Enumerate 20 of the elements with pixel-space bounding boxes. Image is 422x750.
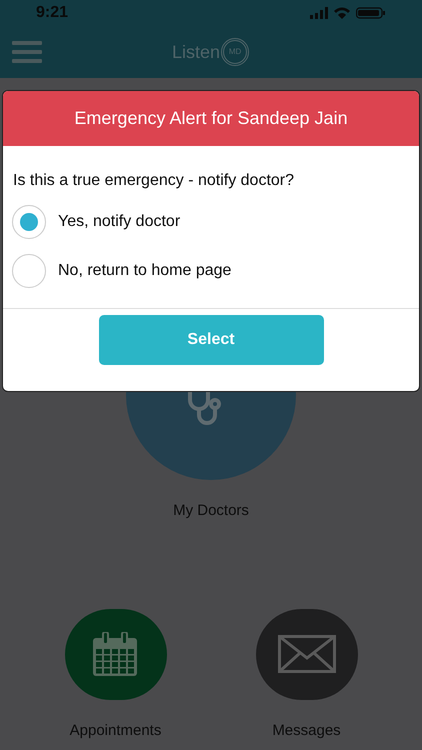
radio-button[interactable] bbox=[12, 254, 46, 288]
radio-button[interactable] bbox=[12, 205, 46, 239]
tile-label: My Doctors bbox=[173, 501, 249, 521]
dialog-question: Is this a true emergency - notify doctor? bbox=[13, 171, 296, 191]
tile-label: Messages bbox=[272, 720, 341, 740]
status-time: 9:21 bbox=[36, 2, 68, 22]
logo-badge: MD bbox=[221, 38, 250, 66]
menu-icon[interactable] bbox=[12, 40, 42, 62]
signal-icon bbox=[310, 6, 328, 18]
option-label: Yes, notify doctor bbox=[58, 212, 180, 232]
option-label: No, return to home page bbox=[58, 261, 232, 281]
radio-option[interactable]: No, return to home page bbox=[12, 254, 419, 288]
calendar-icon bbox=[92, 632, 138, 676]
dialog-title: Emergency Alert for Sandeep Jain bbox=[74, 107, 348, 130]
tile-label: Appointments bbox=[70, 720, 162, 740]
envelope-icon bbox=[278, 635, 336, 673]
battery-icon bbox=[356, 6, 386, 18]
radio-option[interactable]: Yes, notify doctor bbox=[12, 205, 419, 239]
wifi-icon bbox=[334, 6, 350, 18]
logo-text: Listen bbox=[172, 40, 220, 64]
